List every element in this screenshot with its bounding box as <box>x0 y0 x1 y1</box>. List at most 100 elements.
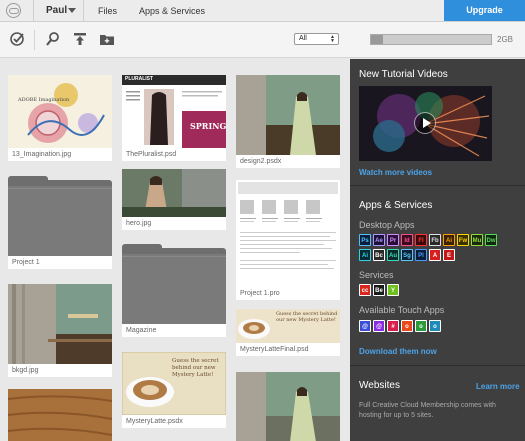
select-check-icon[interactable] <box>9 31 25 47</box>
folder-name: Magazine <box>122 324 226 337</box>
file-card[interactable]: design2.psdx <box>236 75 340 168</box>
creative-cloud-logo-icon[interactable] <box>6 3 21 18</box>
file-thumbnail <box>236 180 340 287</box>
storage-usage-fill <box>371 35 383 44</box>
file-card[interactable] <box>236 372 340 441</box>
storage-capacity-label: 2GB <box>497 35 514 44</box>
file-card[interactable]: hero.jpg <box>122 169 226 230</box>
touch-apps-row: @ @ # o o o <box>359 320 441 332</box>
file-name: ThePluralist.psd <box>122 148 226 161</box>
app-a-icon[interactable]: A <box>429 249 441 261</box>
app-fb-icon[interactable]: Fb <box>429 234 441 246</box>
app-e-icon[interactable]: E <box>443 249 455 261</box>
app-ai-icon[interactable]: Ai <box>359 249 371 261</box>
app-y-icon[interactable]: Y <box>387 284 399 296</box>
user-menu-label[interactable]: Paul <box>46 5 67 16</box>
app-o-icon[interactable]: o <box>429 320 441 332</box>
download-touch-apps-link[interactable]: Download them now <box>359 347 437 356</box>
app-ae-icon[interactable]: Ae <box>373 234 385 246</box>
app-x-icon[interactable]: # <box>387 320 399 332</box>
file-thumbnail: ADOBE Imagination <box>8 75 112 148</box>
services-row: cc Be Y <box>359 284 399 296</box>
search-icon[interactable] <box>45 31 61 47</box>
new-folder-icon[interactable] <box>99 31 115 47</box>
app-cc-icon[interactable]: cc <box>359 284 371 296</box>
select-arrows-icon: ▲ ▼ <box>330 34 335 44</box>
play-icon[interactable] <box>414 112 436 134</box>
services-label: Services <box>359 270 394 280</box>
nav-divider <box>83 0 84 22</box>
chevron-down-icon[interactable] <box>68 8 76 13</box>
toolbar: All ▲ ▼ 2GB <box>0 22 525 58</box>
file-name: bkgd.jpg <box>8 364 112 377</box>
nav-apps-services-link[interactable]: Apps & Services <box>139 6 205 16</box>
app-fl-icon[interactable]: Fl <box>415 234 427 246</box>
app-au-icon[interactable]: Au <box>387 249 399 261</box>
app-id-icon[interactable]: Id <box>401 234 413 246</box>
file-thumbnail: PLURALIST SPRING <box>122 75 226 148</box>
nav-files-link[interactable]: Files <box>98 6 117 16</box>
folder-icon <box>8 176 112 256</box>
file-card[interactable]: Guess the secret behind our new Mystery … <box>236 309 340 356</box>
desktop-apps-row: Ps Ae Pr Id Fl Fb Ai Fw Mu Dw <box>359 234 497 246</box>
file-card[interactable]: ADOBE Imagination 13_Imagination.jpg <box>8 75 112 161</box>
app-dw-icon[interactable]: Dw <box>485 234 497 246</box>
file-name: MysteryLatteFinal.psd <box>236 343 340 356</box>
app-fw-icon[interactable]: Fw <box>457 234 469 246</box>
file-name: hero.jpg <box>122 217 226 230</box>
app-x-icon[interactable]: @ <box>359 320 371 332</box>
desktop-apps-row: Ai Bc Au Sg Pl A E <box>359 249 455 261</box>
thumb-text-spring: SPRING <box>190 121 226 131</box>
learn-more-link[interactable]: Learn more <box>476 382 520 391</box>
watch-more-videos-link[interactable]: Watch more videos <box>359 168 432 177</box>
file-name: design2.psdx <box>236 155 340 168</box>
thumb-text-latte: Guess the secret behind our new Mystery … <box>172 358 219 378</box>
upgrade-button[interactable]: Upgrade <box>444 0 525 21</box>
file-thumbnail <box>122 169 226 217</box>
folder-card[interactable]: Project 1 <box>8 176 112 269</box>
top-nav: Paul Files Apps & Services Upgrade <box>0 0 525 22</box>
file-card[interactable]: bkgd.jpg <box>8 284 112 377</box>
file-thumbnail <box>236 372 340 441</box>
panel-divider <box>350 365 525 366</box>
file-thumbnail <box>236 75 340 155</box>
file-type-filter-select[interactable]: All ▲ ▼ <box>294 33 339 45</box>
photo-preview <box>236 372 340 441</box>
file-card[interactable]: Guess the secret behind our new Mystery … <box>122 352 226 428</box>
app-x-icon[interactable]: @ <box>373 320 385 332</box>
app-pl-icon[interactable]: Pl <box>415 249 427 261</box>
app-o-icon[interactable]: o <box>415 320 427 332</box>
app-be-icon[interactable]: Be <box>373 284 385 296</box>
project-document-preview <box>236 180 340 287</box>
file-thumbnail <box>8 284 112 364</box>
folder-name: Project 1 <box>8 256 112 269</box>
filter-value: All <box>299 35 307 42</box>
tutorial-video-player[interactable] <box>359 86 492 161</box>
thumb-text-imagination: ADOBE Imagination <box>18 97 70 103</box>
thumb-text-pluralist: PLURALIST <box>125 76 154 82</box>
folder-icon <box>122 244 226 324</box>
bkgd-photo <box>8 284 112 364</box>
thumb-text-latte: Guess the secret behind our new Mystery … <box>276 311 338 323</box>
file-card[interactable] <box>8 389 112 441</box>
upload-icon[interactable] <box>72 31 88 47</box>
app-pr-icon[interactable]: Pr <box>387 234 399 246</box>
file-thumbnail: Guess the secret behind our new Mystery … <box>122 352 226 415</box>
imagination-artwork <box>8 75 112 148</box>
app-o-icon[interactable]: o <box>401 320 413 332</box>
file-card[interactable]: Project 1.pro <box>236 180 340 300</box>
app-ai-icon[interactable]: Ai <box>443 234 455 246</box>
websites-heading: Websites <box>359 380 400 391</box>
app-sg-icon[interactable]: Sg <box>401 249 413 261</box>
app-ps-icon[interactable]: Ps <box>359 234 371 246</box>
websites-description: Full Creative Cloud Membership comes wit… <box>359 402 496 419</box>
toolbar-divider <box>34 30 35 50</box>
file-card[interactable]: PLURALIST SPRING ThePluralist.psd <box>122 75 226 161</box>
pluralist-layout <box>122 75 226 148</box>
storage-usage-bar <box>370 34 492 45</box>
folder-card[interactable]: Magazine <box>122 244 226 337</box>
app-bc-icon[interactable]: Bc <box>373 249 385 261</box>
file-thumbnail: Guess the secret behind our new Mystery … <box>236 309 340 343</box>
app-mu-icon[interactable]: Mu <box>471 234 483 246</box>
file-name: MysteryLatte.psdx <box>122 415 226 428</box>
